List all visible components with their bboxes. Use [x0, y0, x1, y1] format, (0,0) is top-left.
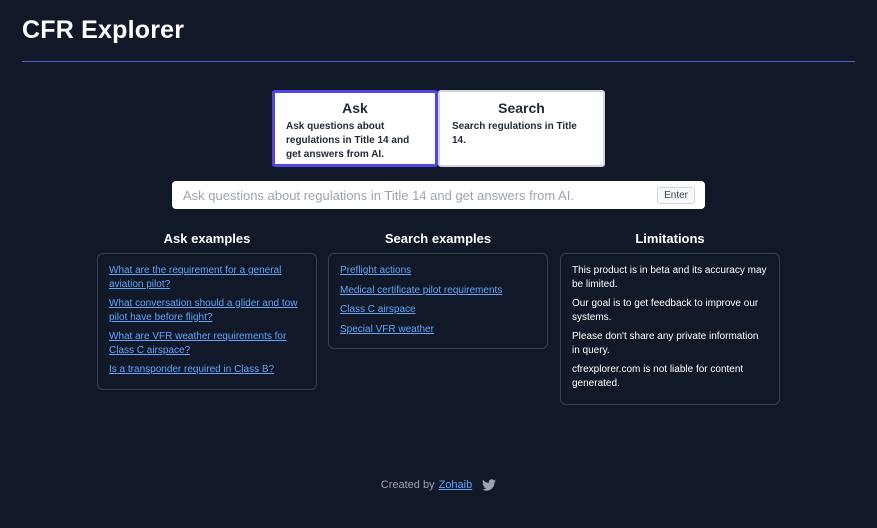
search-example-link[interactable]: Medical certificate pilot requirements	[340, 284, 536, 298]
ask-example-link[interactable]: What conversation should a glider and to…	[109, 297, 305, 324]
ask-example-link[interactable]: What are VFR weather requirements for Cl…	[109, 330, 305, 357]
limitation-item: cfrexplorer.com is not liable for conten…	[572, 364, 744, 389]
footer-created-by: Created by	[380, 479, 435, 491]
ask-example-link[interactable]: Is a transponder required in Class B?	[109, 363, 305, 377]
header-divider	[22, 61, 855, 62]
author-link[interactable]: Zohaib	[439, 479, 473, 491]
ask-example-link[interactable]: What are the requirement for a general a…	[109, 264, 305, 291]
footer: Created by Zohaib	[0, 478, 877, 492]
limitations-section: Limitations This product is in beta and …	[560, 230, 780, 405]
query-bar: Enter	[172, 181, 705, 209]
ask-mode-description: Ask questions about regulations in Title…	[286, 121, 410, 160]
limitations-heading: Limitations	[635, 231, 705, 246]
ask-examples-heading: Ask examples	[163, 231, 251, 246]
ask-mode-card[interactable]: Ask Ask questions about regulations in T…	[272, 90, 438, 167]
search-examples-panel: Preflight actions Medical certificate pi…	[328, 253, 548, 349]
search-mode-description: Search regulations in Title 14.	[452, 121, 577, 146]
search-example-link[interactable]: Preflight actions	[340, 264, 536, 278]
limitation-item: Our goal is to get feedback to improve o…	[572, 298, 759, 323]
app-title: CFR Explorer	[22, 16, 185, 44]
search-example-link[interactable]: Special VFR weather	[340, 323, 536, 337]
ask-examples-panel: What are the requirement for a general a…	[97, 253, 317, 390]
ask-examples-section: Ask examples What are the requirement fo…	[97, 230, 317, 390]
search-examples-section: Search examples Preflight actions Medica…	[328, 230, 548, 349]
limitations-panel: This product is in beta and its accuracy…	[560, 253, 780, 405]
search-example-link[interactable]: Class C airspace	[340, 303, 536, 317]
query-input[interactable]	[172, 182, 658, 208]
limitation-item: Please don't share any private informati…	[572, 331, 759, 356]
mode-switch: Ask Ask questions about regulations in T…	[272, 90, 605, 167]
twitter-icon-glyph	[482, 479, 497, 491]
search-mode-card[interactable]: Search Search regulations in Title 14.	[438, 90, 605, 167]
enter-button[interactable]: Enter	[657, 186, 695, 204]
twitter-icon[interactable]	[482, 478, 497, 492]
limitation-item: This product is in beta and its accuracy…	[572, 265, 767, 290]
search-examples-heading: Search examples	[384, 231, 492, 246]
ask-mode-title: Ask	[342, 100, 368, 116]
search-mode-title: Search	[498, 100, 545, 116]
